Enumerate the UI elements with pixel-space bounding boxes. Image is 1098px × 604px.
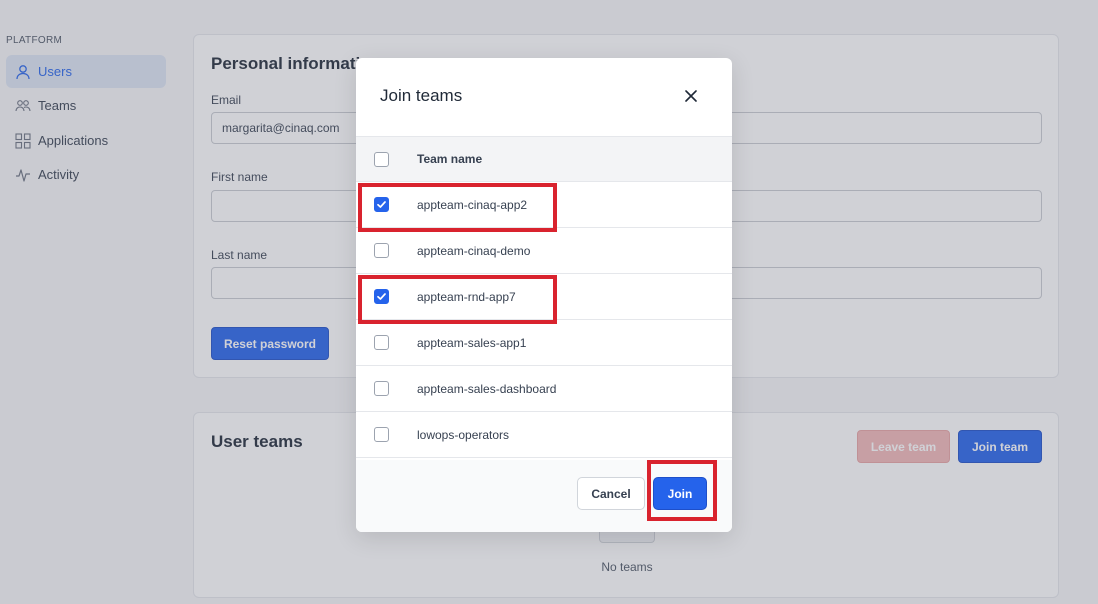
highlight-box [358,183,557,232]
table-row[interactable]: appteam-sales-app1 [356,320,732,366]
row-checkbox[interactable] [374,243,389,258]
team-name: appteam-sales-app1 [417,335,527,350]
select-all-checkbox[interactable] [374,152,389,167]
cancel-button[interactable]: Cancel [577,477,645,510]
row-checkbox[interactable] [374,427,389,442]
team-name: appteam-cinaq-demo [417,243,531,258]
modal-title: Join teams [380,86,463,105]
highlight-box [647,460,717,521]
row-checkbox[interactable] [374,381,389,396]
highlight-box [358,275,557,324]
close-icon[interactable] [681,86,701,106]
table-header: Team name [356,136,732,182]
table-row[interactable]: lowops-operators [356,412,732,458]
row-checkbox[interactable] [374,335,389,350]
team-name: lowops-operators [417,427,510,442]
column-header-team-name: Team name [417,152,483,166]
table-row[interactable]: appteam-sales-dashboard [356,366,732,412]
team-name: appteam-sales-dashboard [417,381,557,396]
table-row[interactable]: appteam-cinaq-demo [356,228,732,274]
